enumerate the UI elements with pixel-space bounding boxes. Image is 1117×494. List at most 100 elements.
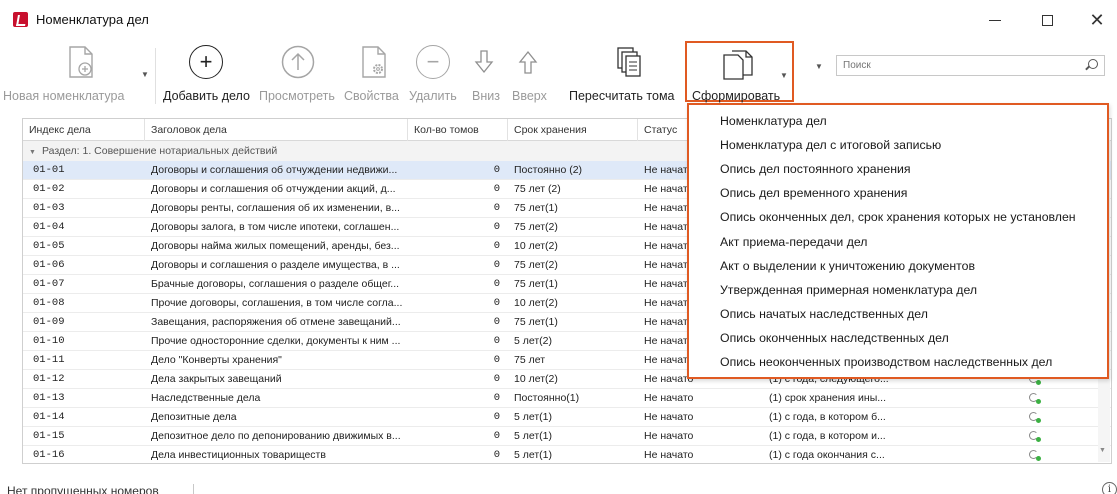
menu-item[interactable]: Опись оконченных наследственных дел — [720, 331, 949, 345]
properties-button[interactable]: Свойства — [342, 40, 406, 106]
arrow-up-icon — [510, 44, 546, 80]
cell-index: 01-10 — [33, 335, 65, 347]
cell-retention: Постоянно (2) — [514, 164, 583, 176]
view-label: Просмотреть — [259, 89, 335, 103]
cell-volumes: 0 — [493, 373, 500, 385]
cell-status: Не начато — [644, 449, 694, 461]
document-settings-icon — [356, 44, 392, 80]
search-icon[interactable] — [1088, 59, 1098, 69]
chevron-down-icon[interactable]: ▼ — [141, 70, 149, 79]
cell-retention: 5 лет(1) — [514, 449, 553, 461]
menu-item[interactable]: Утвержденная примерная номенклатура дел — [720, 283, 977, 297]
minimize-button[interactable] — [975, 6, 1015, 34]
new-nomenclature-button[interactable]: Новая номенклатура ▼ — [0, 40, 150, 106]
table-row[interactable]: 01-14 Депозитные дела 0 5 лет(1) Не начато (1… — [23, 408, 1111, 427]
search-field[interactable] — [836, 55, 1105, 76]
minimize-icon — [989, 19, 1001, 21]
cell-title: Дело "Конверты хранения" — [151, 354, 282, 366]
cell-index: 01-08 — [33, 297, 65, 309]
cell-volumes: 0 — [493, 221, 500, 233]
cell-index: 01-14 — [33, 411, 65, 423]
delete-label: Удалить — [409, 89, 457, 103]
generate-button[interactable]: ▼ Сформировать — [685, 41, 794, 103]
column-header-status[interactable]: Статус — [638, 119, 688, 141]
column-header-volumes[interactable]: Кол-во томов — [408, 119, 508, 141]
move-up-button[interactable]: Вверх — [505, 40, 551, 106]
cell-volumes: 0 — [493, 354, 500, 366]
cell-title: Прочие договоры, соглашения, в том числе… — [151, 297, 403, 309]
cell-volumes: 0 — [493, 278, 500, 290]
cell-index: 01-16 — [33, 449, 65, 461]
search-input[interactable] — [837, 56, 1077, 75]
copy-documents-icon — [611, 44, 647, 80]
cell-title: Брачные договоры, соглашения о разделе о… — [151, 278, 400, 290]
cell-retention: 75 лет(1) — [514, 202, 558, 214]
recalc-volumes-label: Пересчитать тома — [569, 89, 675, 103]
window-title: Номенклатура дел — [36, 12, 149, 27]
cell-volumes: 0 — [493, 335, 500, 347]
app-icon — [13, 12, 28, 27]
arrow-down-icon — [466, 44, 502, 80]
cell-index: 01-11 — [33, 354, 65, 366]
cell-volumes: 0 — [493, 259, 500, 271]
table-row[interactable]: 01-15 Депозитное дело по депонированию дв… — [23, 427, 1111, 446]
recalc-volumes-button[interactable]: Пересчитать тома — [560, 40, 680, 106]
column-header-title[interactable]: Заголовок дела — [145, 119, 408, 141]
cell-note: (1) с года, в котором и... — [769, 430, 886, 442]
cell-retention: 75 лет — [514, 354, 546, 366]
menu-item[interactable]: Опись неоконченных производством наследс… — [720, 355, 1052, 369]
maximize-button[interactable] — [1027, 6, 1067, 34]
search-dropdown-icon[interactable]: ▼ — [815, 62, 823, 71]
move-up-label: Вверх — [512, 89, 547, 103]
menu-item[interactable]: Номенклатура дел — [720, 114, 827, 128]
cell-note: (1) срок хранения ины... — [769, 392, 886, 404]
info-icon[interactable]: i — [1102, 482, 1117, 494]
cell-index: 01-12 — [33, 373, 65, 385]
menu-item[interactable]: Акт приема-передачи дел — [720, 235, 867, 249]
cell-status: Не начато — [644, 430, 694, 442]
menu-item[interactable]: Опись начатых наследственных дел — [720, 307, 928, 321]
add-icon: + — [188, 44, 224, 80]
add-case-button[interactable]: + Добавить дело — [160, 40, 252, 106]
cell-index: 01-13 — [33, 392, 65, 404]
cell-retention: 75 лет(2) — [514, 259, 558, 271]
close-button[interactable]: ✕ — [1077, 6, 1117, 34]
menu-item[interactable]: Акт о выделении к уничтожению документов — [720, 259, 975, 273]
menu-item[interactable]: Опись дел временного хранения — [720, 186, 907, 200]
cell-retention: 5 лет(1) — [514, 411, 553, 423]
column-header-index[interactable]: Индекс дела — [23, 119, 145, 141]
cell-index: 01-03 — [33, 202, 65, 214]
cell-retention: 10 лет(2) — [514, 297, 558, 309]
cell-note: (1) с года окончания с... — [769, 449, 885, 461]
cell-status: Не начато — [644, 411, 694, 423]
table-row[interactable]: 01-16 Дела инвестиционных товариществ 0 5 л… — [23, 446, 1111, 463]
generate-documents-icon — [721, 49, 755, 84]
table-row[interactable]: 01-13 Наследственные дела 0 Постоянно(1) Не … — [23, 389, 1111, 408]
add-case-label: Добавить дело — [163, 89, 250, 103]
cell-index: 01-07 — [33, 278, 65, 290]
column-header-retention[interactable]: Срок хранения — [508, 119, 638, 141]
cell-retention: 5 лет(2) — [514, 335, 553, 347]
cell-index: 01-01 — [33, 164, 65, 176]
cell-retention: 75 лет(2) — [514, 221, 558, 233]
cell-index: 01-02 — [33, 183, 65, 195]
move-down-label: Вниз — [472, 89, 500, 103]
sync-status-icon — [1029, 431, 1041, 442]
cell-index: 01-06 — [33, 259, 65, 271]
cell-title: Договоры найма жилых помещений, аренды, … — [151, 240, 400, 252]
menu-item[interactable]: Опись дел постоянного хранения — [720, 162, 911, 176]
cell-index: 01-15 — [33, 430, 65, 442]
menu-item[interactable]: Опись оконченных дел, срок хранения кото… — [720, 210, 1076, 224]
scroll-down-icon[interactable]: ▼ — [1099, 447, 1106, 454]
cell-volumes: 0 — [493, 430, 500, 442]
view-button[interactable]: Просмотреть — [256, 40, 340, 106]
menu-item[interactable]: Номенклатура дел с итоговой записью — [720, 138, 941, 152]
delete-button[interactable]: − Удалить — [408, 40, 458, 106]
close-icon: ✕ — [1089, 10, 1105, 30]
generate-dropdown-menu: Номенклатура дел Номенклатура дел с итого… — [687, 103, 1109, 379]
chevron-down-icon[interactable]: ▼ — [29, 149, 36, 156]
cell-title: Договоры и соглашения об отчуждении недв… — [151, 164, 398, 176]
cell-title: Дела инвестиционных товариществ — [151, 449, 326, 461]
move-down-button[interactable]: Вниз — [465, 40, 503, 106]
chevron-down-icon[interactable]: ▼ — [780, 71, 788, 80]
